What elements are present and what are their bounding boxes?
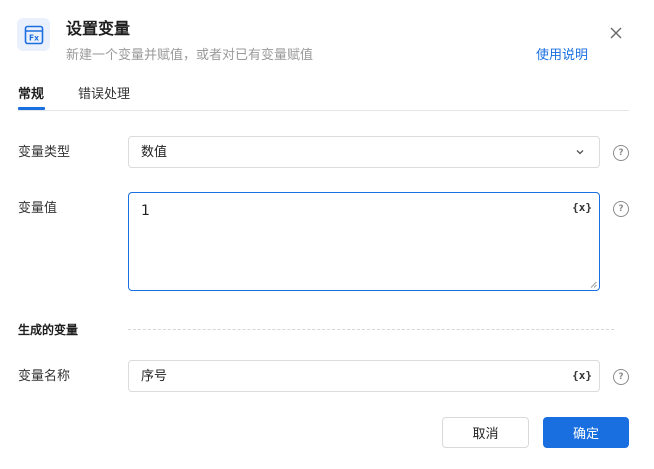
variable-value-text: 1 (141, 203, 150, 219)
section-divider (128, 329, 614, 330)
variable-insert-icon[interactable]: {x} (572, 201, 592, 215)
variable-name-value: 序号 (141, 369, 168, 384)
dialog-title: 设置变量 (66, 19, 131, 38)
variable-value-textarea[interactable]: 1 {x} (128, 192, 600, 291)
dialog-subtitle: 新建一个变量并赋值，或者对已有变量赋值 (66, 48, 314, 63)
tab-divider (18, 110, 629, 111)
cancel-button[interactable]: 取消 (442, 417, 529, 448)
tab-error-handling[interactable]: 错误处理 (78, 86, 130, 104)
variable-type-select[interactable]: 数值 (128, 136, 600, 168)
variable-value-label: 变量值 (18, 201, 58, 216)
variable-name-label: 变量名称 (18, 369, 71, 384)
resize-handle-icon[interactable] (590, 281, 597, 288)
help-icon[interactable]: ? (613, 369, 629, 385)
variable-name-input[interactable]: 序号 {x} (128, 360, 600, 392)
usage-guide-link[interactable]: 使用说明 (536, 47, 588, 65)
help-icon[interactable]: ? (613, 145, 629, 161)
variable-type-value: 数值 (141, 145, 168, 160)
help-icon[interactable]: ? (613, 201, 629, 217)
generated-variables-title: 生成的变量 (18, 323, 79, 337)
fx-icon-text: Fx (29, 33, 39, 42)
tab-general[interactable]: 常规 (18, 86, 44, 104)
variable-type-label: 变量类型 (18, 145, 71, 160)
chevron-down-icon (576, 150, 584, 155)
variable-insert-icon[interactable]: {x} (572, 369, 592, 383)
function-fx-icon: Fx (17, 18, 50, 51)
close-icon[interactable] (606, 23, 626, 43)
confirm-button[interactable]: 确定 (543, 417, 629, 448)
